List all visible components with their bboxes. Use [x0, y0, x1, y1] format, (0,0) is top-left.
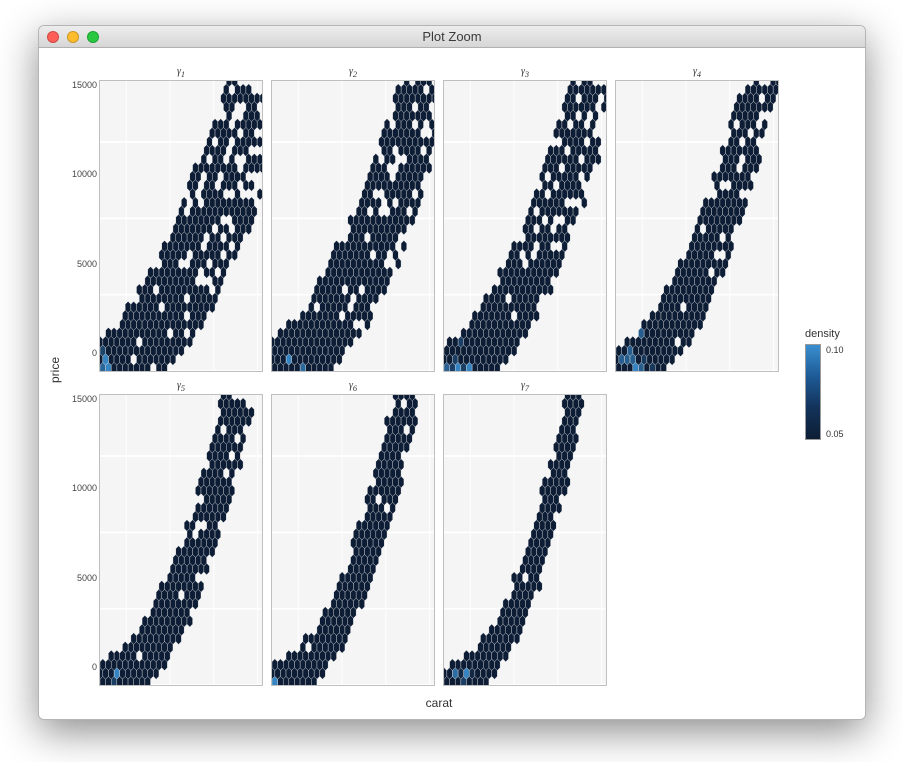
hexbin-panel [615, 80, 779, 372]
legend-ticks: 0.10 0.05 [826, 345, 844, 439]
x-axis-label: carat [426, 696, 453, 710]
facet-panel: 050001000015000γ1 [99, 66, 263, 372]
plot-zoom-window: Plot Zoom price carat 050001000015000γ1γ… [38, 25, 866, 720]
zoom-icon[interactable] [87, 31, 99, 43]
y-tick: 0 [63, 348, 97, 358]
y-ticks: 0 5000 10000 15000 [63, 80, 97, 358]
y-tick: 10000 [63, 169, 97, 179]
plot-content: price carat 050001000015000γ1γ2γ3γ405000… [39, 48, 865, 719]
facet-panel: 050001000015000γ50.51.01.52.0 [99, 380, 263, 686]
window-title: Plot Zoom [39, 29, 865, 44]
facet-title: γ6 [271, 380, 435, 394]
hexbin-panel [443, 80, 607, 372]
facet-title: γ3 [443, 66, 607, 80]
facet-title: γ4 [615, 66, 779, 80]
plot-area: price carat 050001000015000γ1γ2γ3γ405000… [99, 66, 779, 706]
legend-tick: 0.10 [826, 345, 844, 355]
hexbin-panel: 0.51.01.52.0 [443, 394, 607, 686]
y-tick: 5000 [63, 259, 97, 269]
y-axis-label: price [48, 357, 62, 383]
colorbar: 0.10 0.05 [805, 344, 821, 440]
traffic-lights [47, 31, 99, 43]
facet-panel: γ60.51.01.52.0 [271, 380, 435, 686]
facet-panel: γ4 [615, 66, 779, 372]
hexbin-panel [271, 80, 435, 372]
y-tick: 15000 [63, 394, 97, 404]
facet-title: γ1 [99, 66, 263, 80]
facet-title: γ2 [271, 66, 435, 80]
titlebar: Plot Zoom [39, 26, 865, 48]
facet-panel: γ70.51.01.52.0 [443, 380, 607, 686]
hexbin-panel [99, 80, 263, 372]
y-tick: 0 [63, 662, 97, 672]
hexbin-panel: 0.51.01.52.0 [271, 394, 435, 686]
facet-panel: γ3 [443, 66, 607, 372]
hexbin-panel: 0.51.01.52.0 [99, 394, 263, 686]
y-tick: 5000 [63, 573, 97, 583]
facet-title: γ7 [443, 380, 607, 394]
y-tick: 10000 [63, 483, 97, 493]
y-ticks: 0 5000 10000 15000 [63, 394, 97, 672]
legend-title: density [805, 328, 853, 340]
facet-title: γ5 [99, 380, 263, 394]
facet-grid: 050001000015000γ1 γ2 γ3 γ4 050001000015000γ5… [99, 66, 779, 686]
y-tick: 15000 [63, 80, 97, 90]
legend-tick: 0.05 [826, 429, 844, 439]
minimize-icon[interactable] [67, 31, 79, 43]
facet-panel: γ2 [271, 66, 435, 372]
close-icon[interactable] [47, 31, 59, 43]
legend: density 0.10 0.05 [805, 328, 853, 440]
